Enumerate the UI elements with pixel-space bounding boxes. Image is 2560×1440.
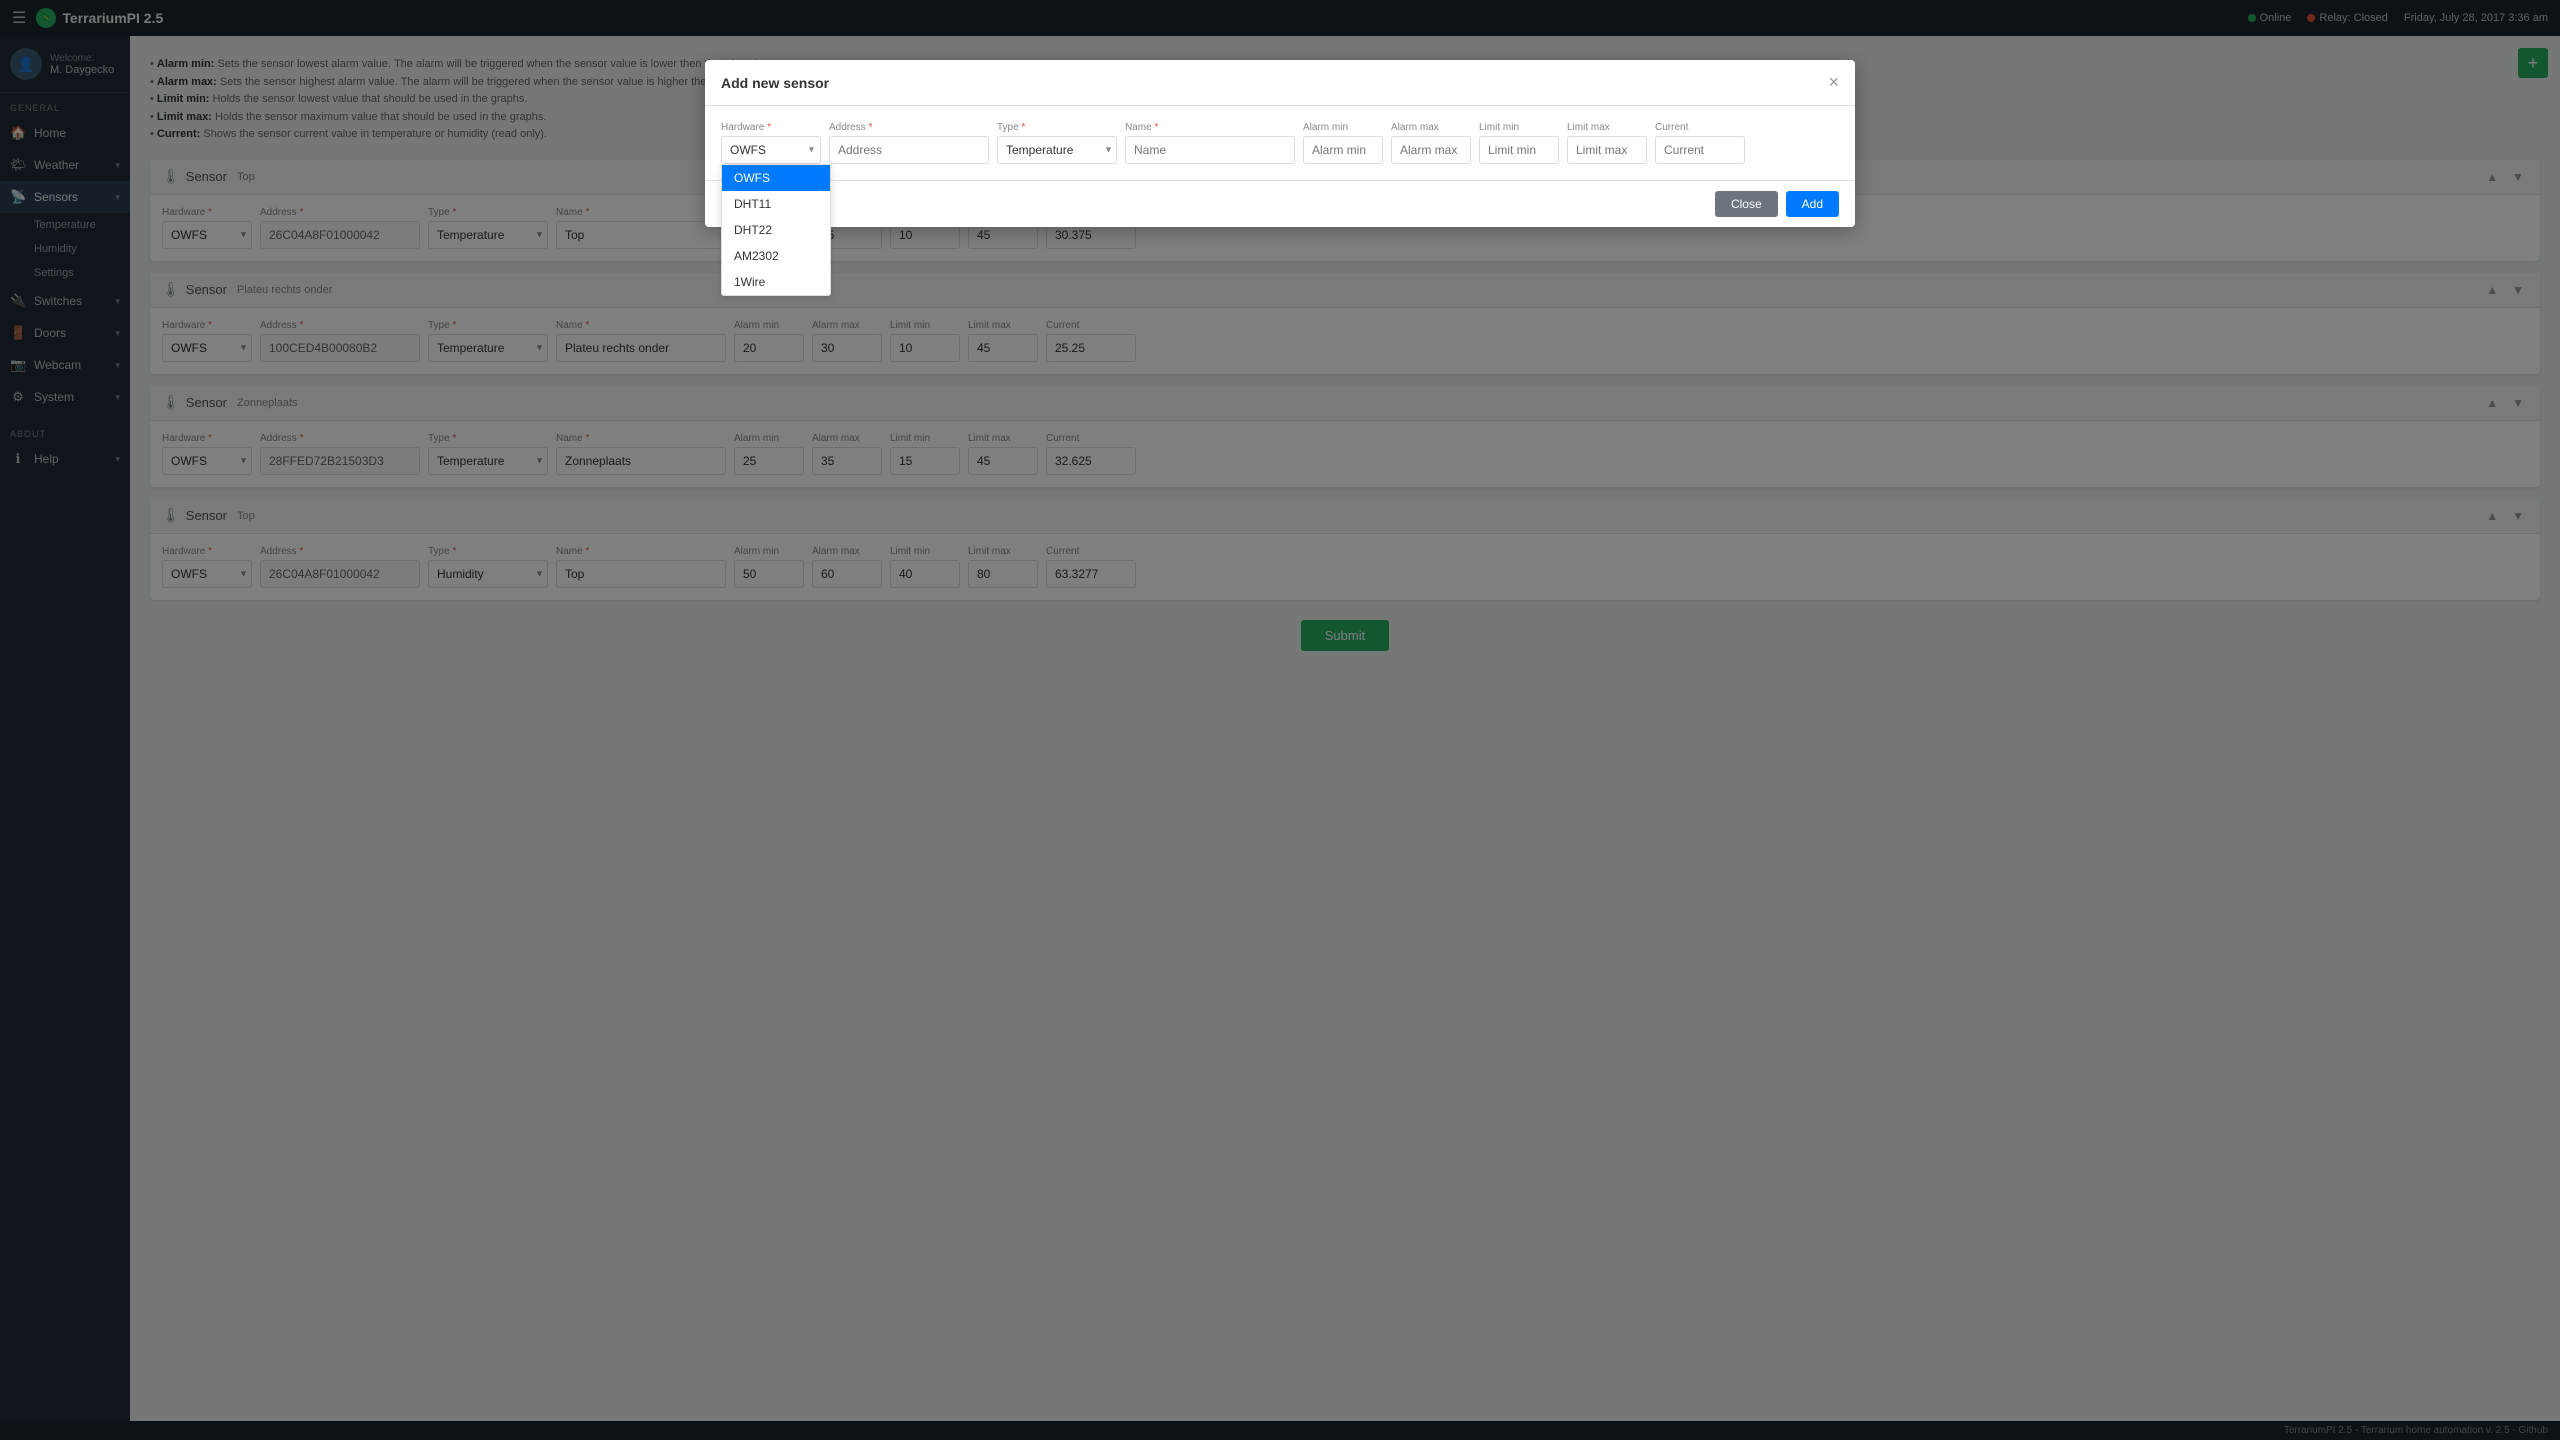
hardware-label: Hardware * <box>721 122 821 133</box>
address-field-group: Address * <box>829 122 989 164</box>
current-label: Current <box>1655 122 1745 133</box>
address-label: Address * <box>829 122 989 133</box>
modal-header: Add new sensor × <box>705 60 1855 106</box>
type-field-group: Type * Temperature Humidity ▾ <box>997 122 1117 164</box>
type-label: Type * <box>997 122 1117 133</box>
limit-max-field-group: Limit max <box>1567 122 1647 164</box>
current-field-group: Current <box>1655 122 1745 164</box>
hardware-dropdown-arrow: ▾ <box>809 145 814 156</box>
modal-fields: Hardware * OWFS ▾ OWFS DHT11 DHT22 <box>721 122 1839 164</box>
limit-max-label: Limit max <box>1567 122 1647 133</box>
add-sensor-modal: Add new sensor × Hardware * OWFS ▾ <box>705 60 1855 227</box>
alarm-min-input[interactable] <box>1303 136 1383 164</box>
limit-min-input[interactable] <box>1479 136 1559 164</box>
hardware-option-owfs[interactable]: OWFS <box>722 165 830 191</box>
modal-add-btn[interactable]: Add <box>1786 191 1839 217</box>
hardware-option-1wire[interactable]: 1Wire <box>722 269 830 295</box>
hardware-dropdown-menu: OWFS DHT11 DHT22 AM2302 1Wire <box>721 164 831 296</box>
hardware-option-dht22[interactable]: DHT22 <box>722 217 830 243</box>
modal-close-btn[interactable]: Close <box>1715 191 1778 217</box>
limit-max-input[interactable] <box>1567 136 1647 164</box>
type-select-wrapper: Temperature Humidity ▾ <box>997 136 1117 164</box>
alarm-max-field-group: Alarm max <box>1391 122 1471 164</box>
hardware-field-group: Hardware * OWFS ▾ OWFS DHT11 DHT22 <box>721 122 821 164</box>
modal-body: Hardware * OWFS ▾ OWFS DHT11 DHT22 <box>705 106 1855 180</box>
limit-min-field-group: Limit min <box>1479 122 1559 164</box>
alarm-min-label: Alarm min <box>1303 122 1383 133</box>
modal-close-button[interactable]: × <box>1828 72 1839 93</box>
modal-title: Add new sensor <box>721 75 829 91</box>
alarm-max-label: Alarm max <box>1391 122 1471 133</box>
limit-min-label: Limit min <box>1479 122 1559 133</box>
modal-footer: Close Add <box>705 180 1855 227</box>
hardware-dropdown-container: OWFS ▾ OWFS DHT11 DHT22 AM2302 1Wire <box>721 136 821 164</box>
type-select[interactable]: Temperature Humidity <box>997 136 1117 164</box>
alarm-min-field-group: Alarm min <box>1303 122 1383 164</box>
name-label: Name * <box>1125 122 1295 133</box>
hardware-option-am2302[interactable]: AM2302 <box>722 243 830 269</box>
name-field-group: Name * <box>1125 122 1295 164</box>
name-input[interactable] <box>1125 136 1295 164</box>
hardware-option-dht11[interactable]: DHT11 <box>722 191 830 217</box>
alarm-max-input[interactable] <box>1391 136 1471 164</box>
current-input[interactable] <box>1655 136 1745 164</box>
modal-overlay[interactable]: Add new sensor × Hardware * OWFS ▾ <box>0 0 2560 1440</box>
address-input[interactable] <box>829 136 989 164</box>
hardware-select-display[interactable]: OWFS ▾ <box>721 136 821 164</box>
